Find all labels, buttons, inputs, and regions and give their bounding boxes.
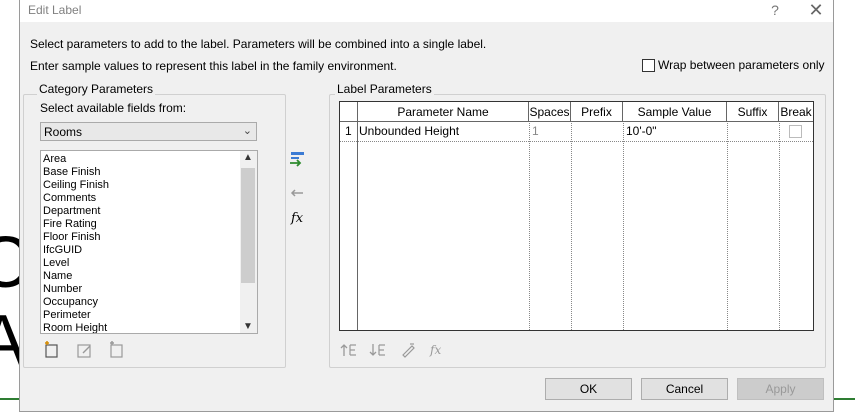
cell-parameter-name[interactable]: Unbounded Height	[359, 122, 459, 141]
list-item[interactable]: Department	[43, 205, 100, 218]
label-parameters-label: Label Parameters	[335, 82, 434, 96]
add-parameter-icon[interactable]	[288, 150, 306, 168]
list-item[interactable]: Base Finish	[43, 166, 100, 179]
list-item[interactable]: Floor Finish	[43, 231, 100, 244]
list-scrollbar[interactable]: ▲ ▼	[240, 151, 257, 333]
column-separator	[727, 102, 728, 330]
list-item[interactable]: Room Height	[43, 322, 107, 333]
column-header-prefix[interactable]: Prefix	[571, 102, 623, 122]
cell-break-checkbox[interactable]	[789, 125, 802, 138]
remove-parameter-icon[interactable]	[288, 184, 306, 202]
category-parameters-label: Category Parameters	[37, 82, 156, 96]
instruction-line-2: Enter sample values to represent this la…	[30, 59, 397, 73]
column-header-spaces[interactable]: Spaces	[529, 102, 571, 122]
list-item[interactable]: Occupancy	[43, 296, 98, 309]
formula-small-icon[interactable]: fx	[430, 343, 441, 357]
label-parameters-table: Parameter Name Spaces Prefix Sample Valu…	[339, 101, 814, 331]
list-item[interactable]: Number	[43, 283, 82, 296]
apply-button[interactable]: Apply	[737, 378, 824, 400]
cell-suffix[interactable]	[730, 122, 778, 141]
cancel-button[interactable]: Cancel	[641, 378, 728, 400]
new-parameter-icon[interactable]	[43, 341, 61, 359]
column-header-break[interactable]: Break	[779, 102, 813, 122]
help-button[interactable]: ?	[765, 0, 785, 20]
dialog-title: Edit Label	[28, 3, 82, 17]
scroll-down-icon[interactable]: ▼	[243, 321, 253, 332]
row-header-corner	[340, 102, 358, 122]
category-select[interactable]: Rooms ⌄	[40, 122, 257, 141]
column-header-parameter-name[interactable]: Parameter Name	[358, 102, 529, 122]
list-item[interactable]: IfcGUID	[43, 244, 82, 257]
scroll-up-icon[interactable]: ▲	[243, 152, 253, 163]
instruction-line-1: Select parameters to add to the label. P…	[30, 37, 487, 51]
cell-prefix[interactable]	[574, 122, 622, 141]
column-separator	[623, 102, 624, 330]
ok-button[interactable]: OK	[545, 378, 632, 400]
column-header-sample-value[interactable]: Sample Value	[623, 102, 727, 122]
column-separator	[357, 102, 358, 330]
list-item[interactable]: Area	[43, 153, 66, 166]
formula-icon[interactable]: fx	[291, 211, 303, 226]
available-fields-list[interactable]: Area Base Finish Ceiling Finish Comments…	[40, 150, 258, 334]
row-divider	[340, 141, 813, 142]
edit-sample-icon[interactable]	[400, 341, 418, 359]
column-header-suffix[interactable]: Suffix	[727, 102, 779, 122]
column-separator	[529, 102, 530, 330]
add-shared-parameter-icon[interactable]	[108, 341, 126, 359]
select-fields-label: Select available fields from:	[40, 101, 187, 115]
wrap-checkbox-label: Wrap between parameters only	[658, 58, 825, 72]
list-item[interactable]: Comments	[43, 192, 96, 205]
edit-parameter-icon[interactable]	[76, 341, 94, 359]
row-number: 1	[345, 124, 352, 138]
scrollbar-thumb[interactable]	[241, 168, 255, 283]
cell-spaces[interactable]: 1	[532, 122, 539, 141]
list-item[interactable]: Perimeter	[43, 309, 91, 322]
cell-sample-value[interactable]: 10'-0"	[626, 122, 657, 141]
list-item[interactable]: Ceiling Finish	[43, 179, 109, 192]
move-down-icon[interactable]	[369, 341, 387, 359]
wrap-option[interactable]: Wrap between parameters only	[642, 58, 825, 72]
move-up-icon[interactable]	[340, 341, 358, 359]
edit-label-dialog: Edit Label ? ✕ Select parameters to add …	[19, 0, 834, 412]
list-item[interactable]: Level	[43, 257, 69, 270]
close-button[interactable]: ✕	[804, 0, 828, 20]
chevron-down-icon: ⌄	[242, 125, 252, 137]
column-separator	[571, 102, 572, 330]
column-separator	[779, 102, 780, 330]
list-item[interactable]: Name	[43, 270, 72, 283]
wrap-checkbox[interactable]	[642, 58, 655, 72]
title-bar: Edit Label ? ✕	[20, 0, 833, 22]
list-item[interactable]: Fire Rating	[43, 218, 97, 231]
category-select-value: Rooms	[44, 125, 83, 139]
